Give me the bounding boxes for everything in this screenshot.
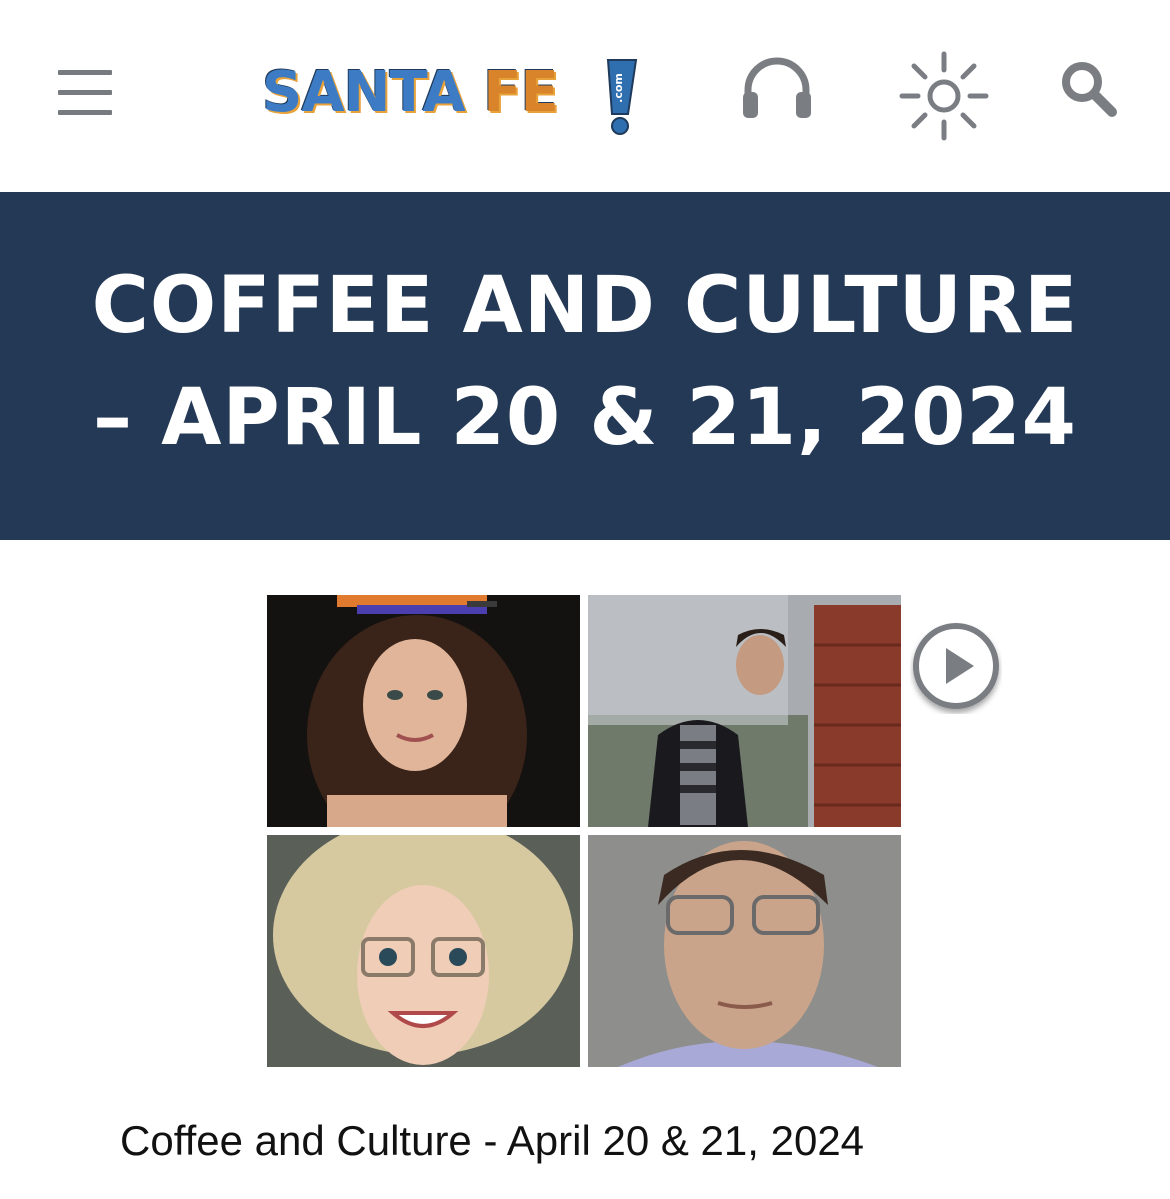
sun-icon[interactable] — [898, 50, 990, 142]
media-caption: Coffee and Culture - April 20 & 21, 2024 — [120, 1117, 865, 1164]
play-button-icon[interactable] — [910, 622, 1002, 714]
hamburger-menu-icon[interactable] — [58, 68, 114, 116]
video-thumbnail-collage[interactable] — [267, 595, 901, 1067]
page-title: COFFEE AND CULTURE – APRIL 20 & 21, 2024 — [0, 250, 1170, 474]
search-icon[interactable] — [1058, 58, 1118, 118]
site-header: SANTA FE .com — [0, 0, 1170, 192]
man-in-glasses-by-barn-photo — [588, 595, 901, 827]
svg-text:.com: .com — [612, 73, 625, 103]
logo-exclamation-icon: .com — [606, 59, 638, 135]
woman-with-books-on-head-photo — [267, 595, 580, 827]
logo-wordmark: SANTA FE — [262, 60, 559, 125]
headphones-icon[interactable] — [740, 56, 814, 120]
page-title-line-2: – APRIL 20 & 21, 2024 — [93, 373, 1077, 463]
page-title-line-1: COFFEE AND CULTURE — [91, 261, 1079, 351]
curly-blonde-woman-glasses-photo — [267, 835, 580, 1067]
site-logo[interactable]: SANTA FE .com — [262, 58, 642, 138]
man-in-glasses-portrait-photo — [588, 835, 901, 1067]
title-banner: COFFEE AND CULTURE – APRIL 20 & 21, 2024 — [0, 192, 1170, 540]
